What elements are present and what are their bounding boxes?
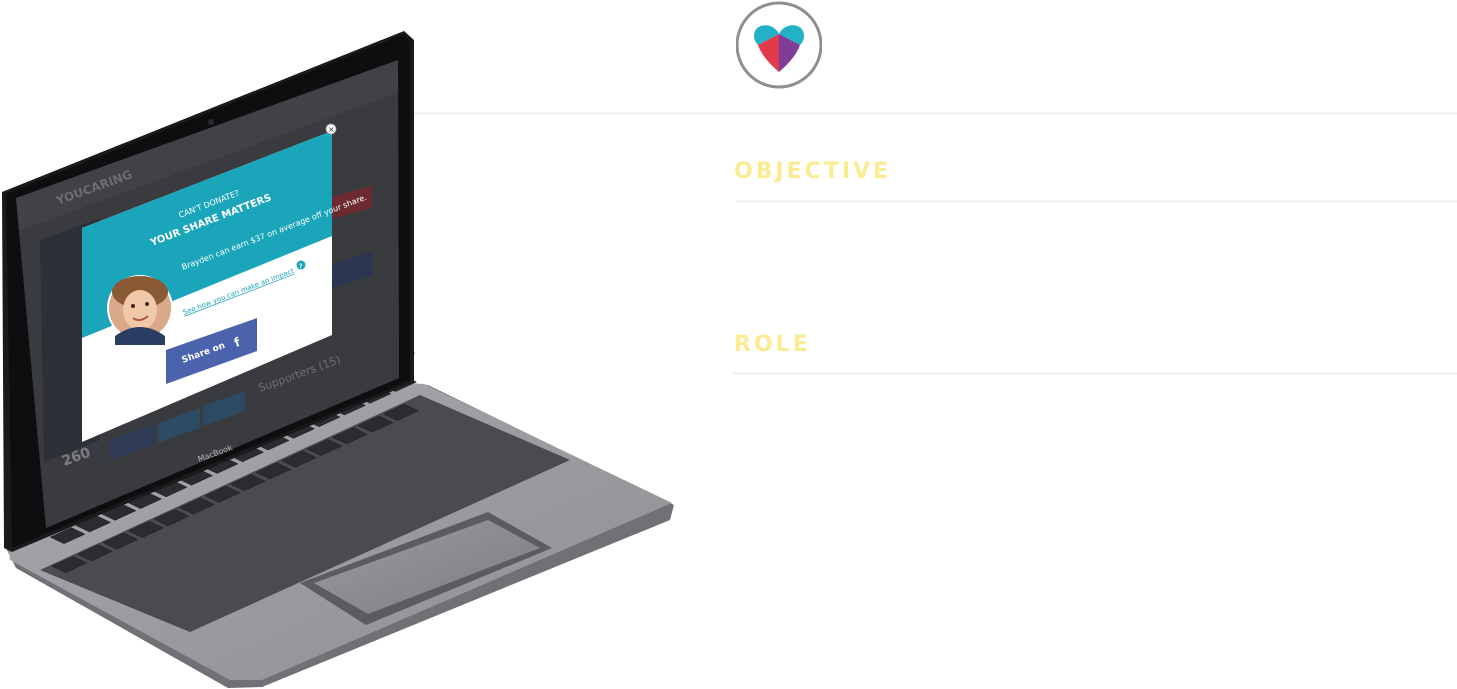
divider-objective <box>736 200 1457 203</box>
svg-text:?: ? <box>299 263 303 270</box>
role-heading: ROLE <box>734 332 811 357</box>
divider-top <box>414 112 1457 115</box>
svg-text:×: × <box>328 125 335 134</box>
camera-icon <box>208 119 214 125</box>
divider-role <box>732 372 1457 375</box>
close-icon[interactable]: × <box>325 123 337 135</box>
objective-heading: OBJECTIVE <box>734 159 892 184</box>
youcaring-logo <box>736 1 822 89</box>
laptop-mockup: 260 Supporters (15) YOUCARING CAN'T DONA… <box>2 31 674 688</box>
